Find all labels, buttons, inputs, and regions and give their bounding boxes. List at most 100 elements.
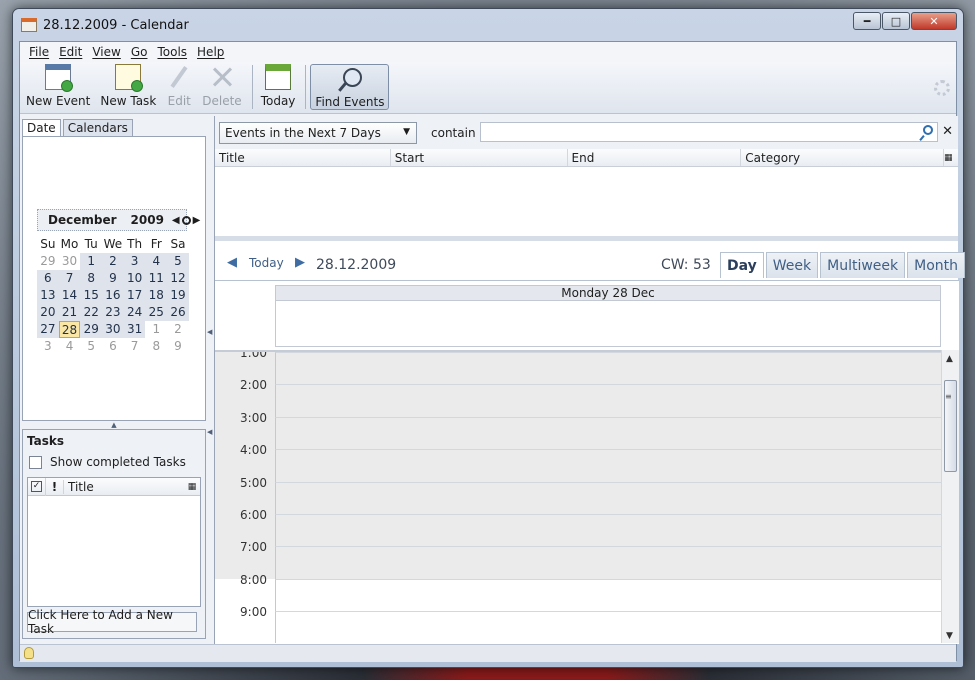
day-cell[interactable]: 8 [145,338,167,355]
day-cell[interactable]: 17 [123,287,146,304]
hour-slot[interactable] [275,611,941,643]
hour-slot[interactable] [275,384,941,417]
prev-month-icon[interactable]: ◀ [172,215,180,226]
day-cell[interactable]: 31 [123,321,146,338]
task-list[interactable]: ✓ ! Title ▦ [27,477,201,607]
day-cell[interactable]: 5 [80,338,102,355]
tab-calendars[interactable]: Calendars [62,119,133,136]
day-cell[interactable]: 2 [167,321,189,338]
edit-button[interactable]: Edit [162,62,196,110]
day-cell[interactable]: 11 [145,270,168,287]
completed-column-header[interactable]: ✓ [28,477,46,496]
delete-button[interactable]: Delete [198,62,245,110]
hour-row[interactable]: 2:00 [215,378,941,417]
hour-slot[interactable] [275,514,941,547]
day-cell[interactable]: 27 [37,321,59,338]
title-column-header[interactable]: Title [64,480,184,494]
day-cell[interactable]: 3 [123,253,146,270]
time-grid[interactable]: 1:00 2:00 3:00 4:00 5:00 6:00 7:00 8:00 … [215,350,941,643]
show-completed-toggle[interactable]: Show completed Tasks [29,455,186,469]
hour-row[interactable]: 8:00 [215,573,941,612]
menu-help[interactable]: Help [192,45,229,59]
event-list[interactable]: Title Start End Category ▦ [215,149,958,241]
nav-today-button[interactable]: Today [249,256,284,270]
day-cell[interactable]: 2 [102,253,124,270]
hour-row[interactable]: 9:00 [215,605,941,643]
column-title[interactable]: Title [215,149,391,166]
day-cell[interactable]: 24 [123,304,146,321]
tab-month[interactable]: Month [907,252,966,278]
day-cell[interactable]: 30 [102,321,124,338]
hour-slot[interactable] [275,578,941,612]
column-end[interactable]: End [568,149,742,166]
day-cell[interactable]: 29 [37,253,59,270]
all-day-area[interactable] [275,301,941,347]
tab-day[interactable]: Day [720,252,764,278]
event-filter-dropdown[interactable]: Events in the Next 7 Days ▼ [219,122,417,144]
day-cell[interactable]: 13 [37,287,59,304]
day-cell[interactable]: 22 [80,304,103,321]
search-icon[interactable] [923,125,933,135]
menu-edit[interactable]: Edit [54,45,87,59]
pane-splitter[interactable]: ◀ ◀ [206,116,214,644]
day-cell[interactable]: 8 [80,270,103,287]
hour-slot[interactable] [275,449,941,482]
day-cell[interactable]: 5 [167,253,189,270]
close-window-button[interactable]: ✕ [911,12,957,30]
new-event-button[interactable]: New Event [22,62,94,110]
day-cell[interactable]: 6 [102,338,124,355]
left-splitter[interactable]: ▲ [22,421,206,429]
day-cell[interactable]: 4 [59,338,81,355]
day-cell[interactable]: 23 [102,304,124,321]
search-field[interactable] [480,122,938,142]
find-events-button[interactable]: Find Events [310,64,390,110]
day-cell[interactable]: 25 [145,304,168,321]
title-bar[interactable]: 28.12.2009 - Calendar ━ □ ✕ [13,9,963,41]
collapse-arrow-icon[interactable]: ◀ [207,428,212,436]
column-category[interactable]: Category [741,149,945,166]
day-cell[interactable]: 15 [80,287,103,304]
show-completed-checkbox[interactable] [29,455,42,469]
hour-row[interactable]: 7:00 [215,540,941,579]
tab-date[interactable]: Date [22,119,61,136]
day-cell[interactable]: 4 [145,253,168,270]
column-picker-icon[interactable]: ▦ [184,482,200,492]
day-cell[interactable]: 18 [145,287,168,304]
day-cell[interactable]: 9 [102,270,124,287]
menu-tools[interactable]: Tools [152,45,192,59]
tab-multiweek[interactable]: Multiweek [820,252,906,278]
next-day-icon[interactable]: ▶ [295,255,305,270]
day-view-scrollbar[interactable]: ▲ ≡ ▼ [941,350,959,643]
close-search-icon[interactable]: ✕ [942,124,953,139]
hour-slot[interactable] [275,416,941,450]
day-cell[interactable]: 21 [58,304,81,321]
column-start[interactable]: Start [391,149,568,166]
today-button[interactable]: Today [257,62,300,110]
hour-row[interactable]: 3:00 [215,411,941,450]
column-picker-icon[interactable]: ▦ [944,149,958,166]
hour-slot[interactable] [275,546,941,579]
day-cell[interactable]: 7 [124,338,146,355]
hour-row[interactable]: 6:00 [215,508,941,547]
mini-calendar-year[interactable]: 2009 [131,213,164,227]
search-input[interactable] [481,123,901,141]
day-cell[interactable]: 10 [123,270,146,287]
add-new-task-field[interactable]: Click Here to Add a New Task [27,608,197,636]
new-task-button[interactable]: New Task [96,62,160,110]
priority-column-header[interactable]: ! [46,479,64,494]
tab-week[interactable]: Week [765,252,819,278]
menu-file[interactable]: File [24,45,54,59]
go-today-icon[interactable] [181,215,191,225]
day-cell[interactable]: 3 [37,338,59,355]
hour-row[interactable]: 1:00 [215,352,941,385]
hour-row[interactable]: 4:00 [215,443,941,482]
hour-slot[interactable] [275,352,941,385]
hour-row[interactable]: 5:00 [215,476,941,514]
scroll-up-icon[interactable]: ▲ [946,354,953,364]
day-cell[interactable]: 1 [80,253,103,270]
day-cell[interactable]: 9 [167,338,189,355]
day-cell[interactable]: 16 [102,287,124,304]
day-cell[interactable]: 6 [37,270,59,287]
day-cell[interactable]: 29 [80,321,103,338]
day-cell[interactable]: 20 [37,304,59,321]
